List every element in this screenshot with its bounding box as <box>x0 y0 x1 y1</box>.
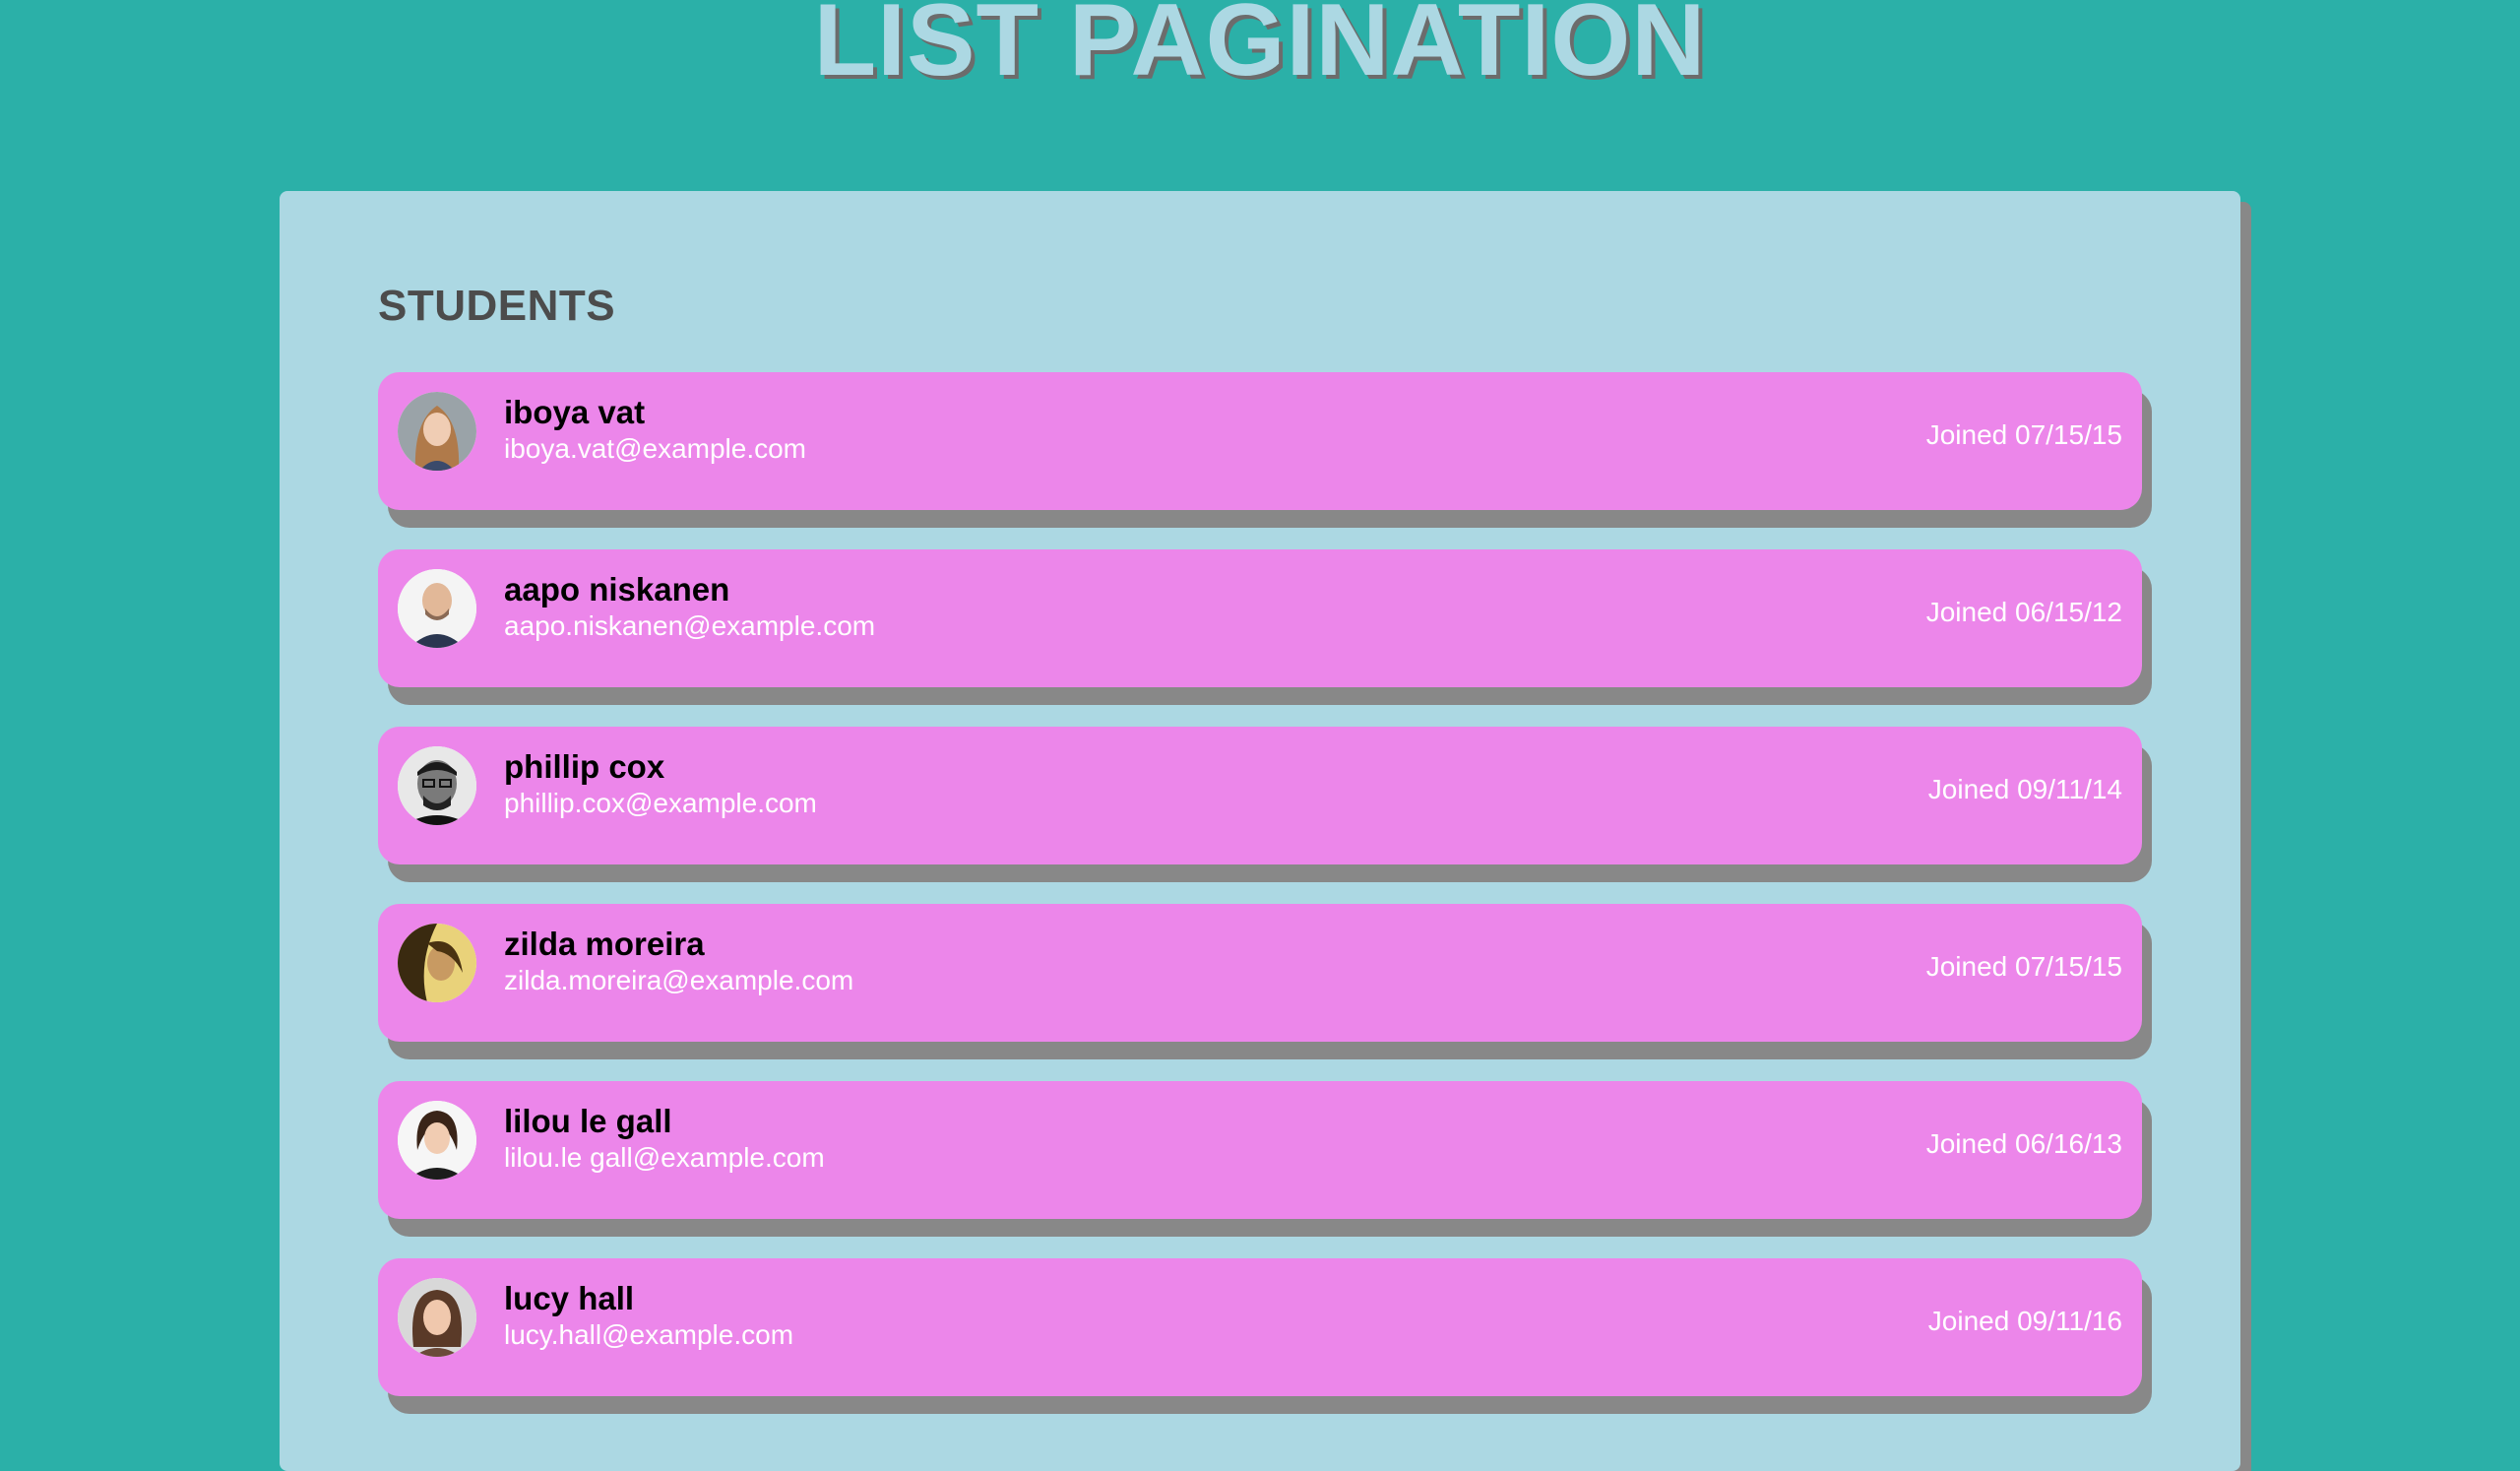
student-item[interactable]: zilda moreira zilda.moreira@example.com … <box>378 904 2142 1042</box>
student-avatar <box>398 1101 476 1180</box>
student-joined-date: Joined 06/15/12 <box>1925 597 2122 627</box>
student-joined-date: Joined 09/11/16 <box>1927 1306 2122 1336</box>
student-joined-date: Joined 07/15/15 <box>1925 419 2122 450</box>
avatar-photo-icon <box>398 569 476 648</box>
student-item[interactable]: phillip cox phillip.cox@example.com Join… <box>378 727 2142 864</box>
students-heading: STUDENTS <box>378 282 616 330</box>
student-email: phillip.cox@example.com <box>504 788 817 818</box>
student-name: iboya vat <box>504 394 646 430</box>
student-avatar <box>398 1278 476 1357</box>
student-avatar <box>398 569 476 648</box>
student-avatar <box>398 924 476 1002</box>
avatar-photo-icon <box>398 924 476 1002</box>
student-email: lilou.le gall@example.com <box>504 1142 825 1173</box>
student-item[interactable]: lucy hall lucy.hall@example.com Joined 0… <box>378 1258 2142 1396</box>
student-avatar <box>398 392 476 471</box>
student-joined-date: Joined 09/11/14 <box>1927 774 2122 804</box>
student-name: lilou le gall <box>504 1103 672 1139</box>
student-name: zilda moreira <box>504 926 705 962</box>
page-title: LIST PAGINATION <box>813 0 1707 97</box>
student-item[interactable]: aapo niskanen aapo.niskanen@example.com … <box>378 549 2142 687</box>
student-email: zilda.moreira@example.com <box>504 965 854 995</box>
student-name: phillip cox <box>504 748 665 785</box>
student-email: lucy.hall@example.com <box>504 1319 794 1350</box>
student-avatar <box>398 746 476 825</box>
student-list: iboya vat iboya.vat@example.com Joined 0… <box>378 372 2142 1436</box>
avatar-photo-icon <box>398 1278 476 1357</box>
student-joined-date: Joined 06/16/13 <box>1925 1128 2122 1159</box>
avatar-photo-icon <box>398 392 476 471</box>
student-joined-date: Joined 07/15/15 <box>1925 951 2122 982</box>
student-item[interactable]: iboya vat iboya.vat@example.com Joined 0… <box>378 372 2142 510</box>
avatar-photo-icon <box>398 1101 476 1180</box>
student-email: iboya.vat@example.com <box>504 433 807 464</box>
avatar-photo-icon <box>398 746 476 825</box>
student-item[interactable]: lilou le gall lilou.le gall@example.com … <box>378 1081 2142 1219</box>
student-email: aapo.niskanen@example.com <box>504 610 876 641</box>
students-panel: STUDENTS iboya vat iboya.vat@example.com… <box>280 191 2240 1471</box>
student-name: aapo niskanen <box>504 571 730 608</box>
student-name: lucy hall <box>504 1280 635 1316</box>
